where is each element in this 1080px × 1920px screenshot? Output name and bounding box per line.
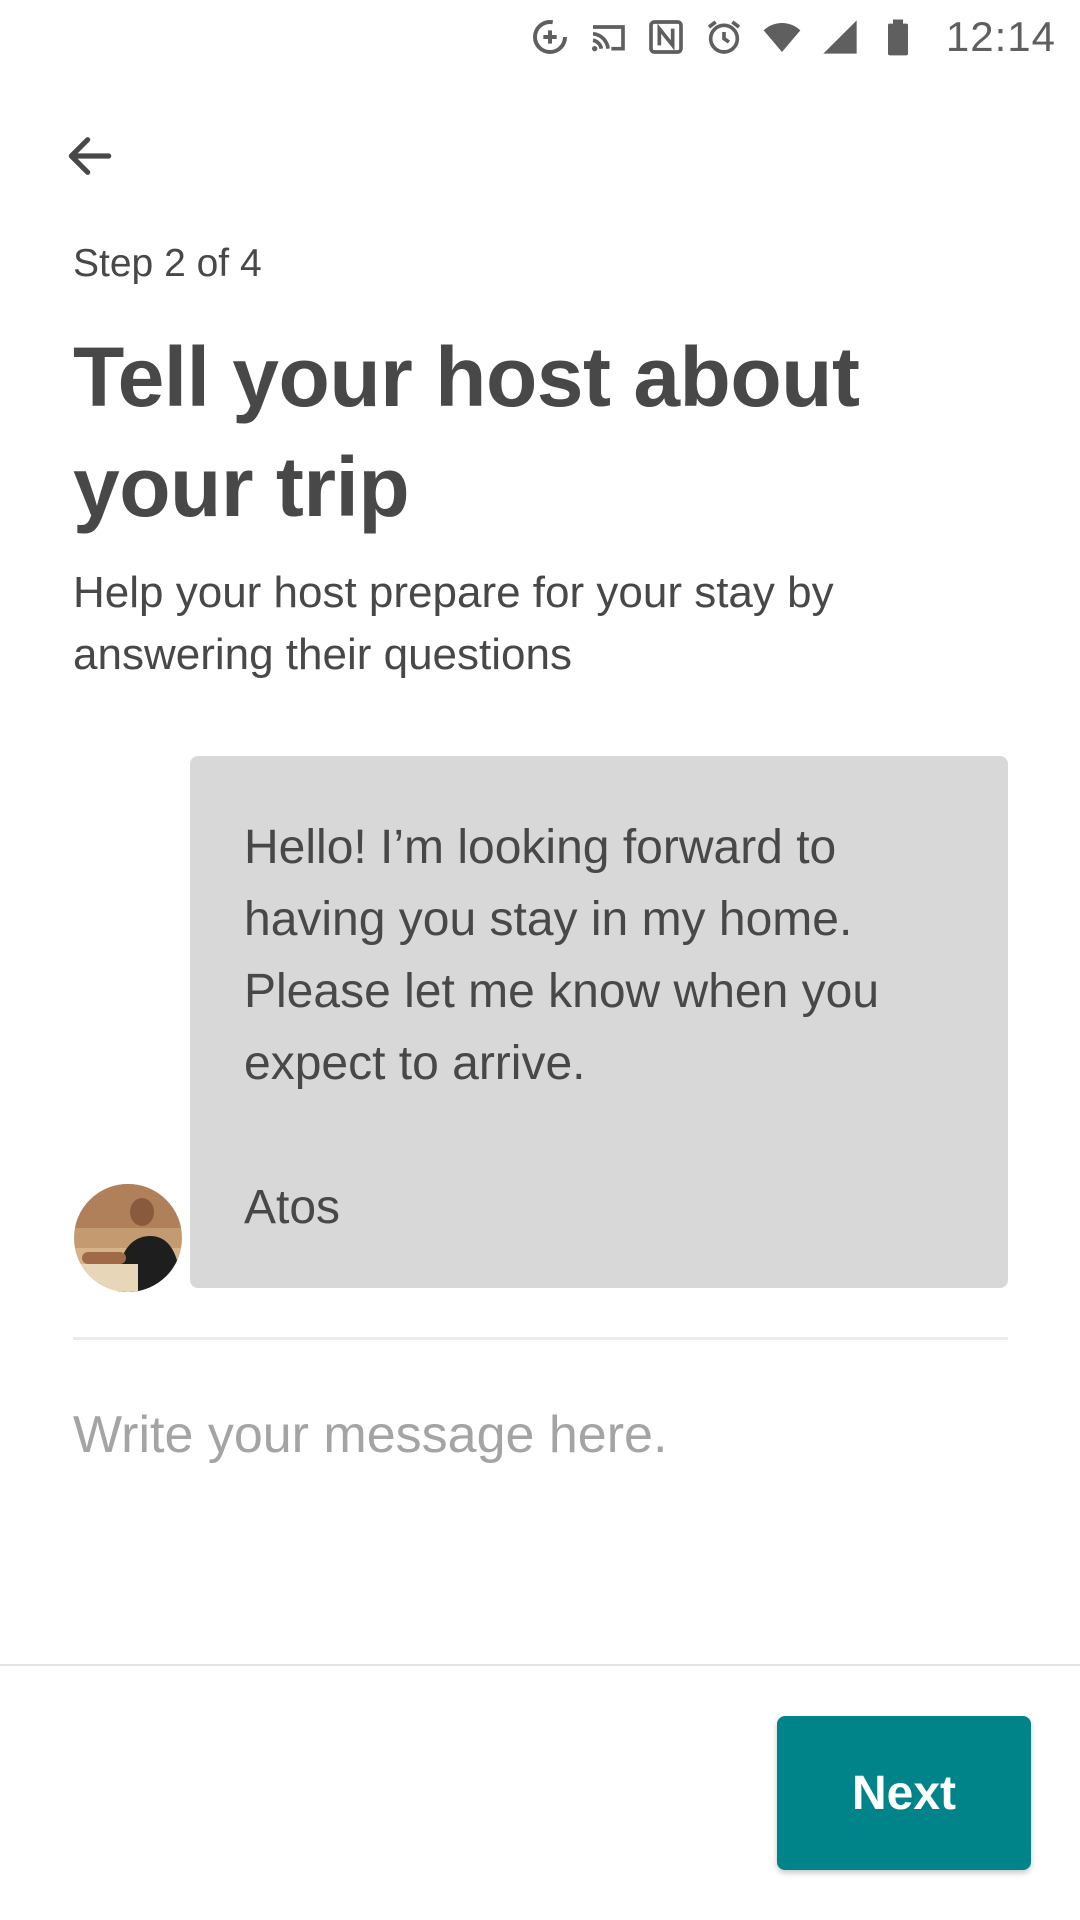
message-divider [73,1337,1008,1340]
host-message-bubble: Hello! I’m looking forward to having you… [190,756,1008,1288]
host-avatar-frame [66,1176,190,1300]
cell-signal-icon [820,17,860,57]
arrow-left-icon [62,128,118,189]
host-message-text: Hello! I’m looking forward to having you… [244,821,880,1090]
avatar [74,1184,182,1292]
status-bar: 12:14 [0,0,1080,74]
host-signature: Atos [244,1181,341,1234]
message-input[interactable] [73,1400,1008,1550]
status-time: 12:14 [945,13,1056,60]
data-saver-icon [530,17,570,57]
wifi-icon [762,17,802,57]
step-indicator: Step 2 of 4 [73,242,262,285]
nfc-icon [646,17,686,57]
back-button[interactable] [62,118,142,198]
page-title: Tell your host about your trip [73,330,860,534]
alarm-icon [704,17,744,57]
footer-divider [0,1664,1080,1666]
cast-icon [588,17,628,57]
page-subtitle: Help your host prepare for your stay by … [73,568,834,679]
battery-icon [878,17,918,57]
next-button[interactable]: Next [777,1716,1031,1870]
